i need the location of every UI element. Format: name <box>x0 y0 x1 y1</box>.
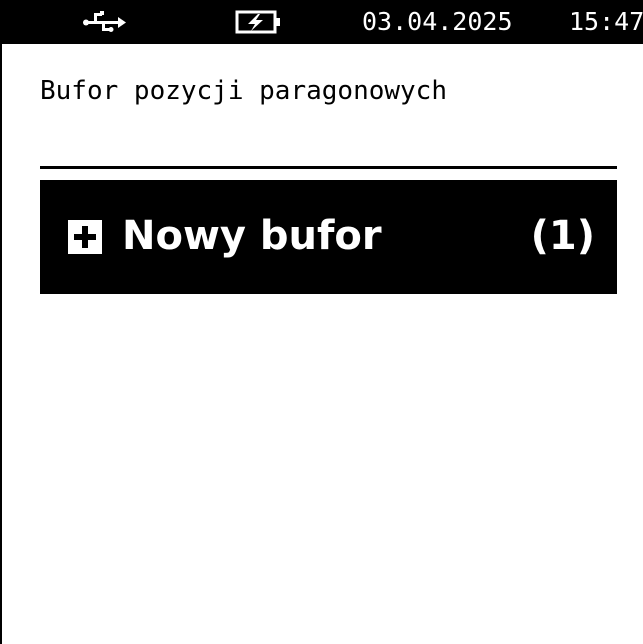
battery-charging-icon <box>234 8 284 36</box>
menu-item-label: Nowy bufor <box>122 213 382 259</box>
device-screen: 03.04.2025 15:47 Bufor pozycji paragonow… <box>0 0 643 644</box>
menu-item-new-buffer[interactable]: Nowy bufor (1) <box>40 180 617 294</box>
status-date: 03.04.2025 <box>362 7 513 36</box>
menu-item-count: (1) <box>530 213 595 259</box>
usb-icon <box>82 8 126 36</box>
page-title: Bufor pozycji paragonowych <box>40 76 447 106</box>
status-bar: 03.04.2025 15:47 <box>2 0 643 44</box>
status-time: 15:47 <box>569 7 643 36</box>
plus-box-icon <box>68 220 102 254</box>
divider <box>40 166 617 169</box>
